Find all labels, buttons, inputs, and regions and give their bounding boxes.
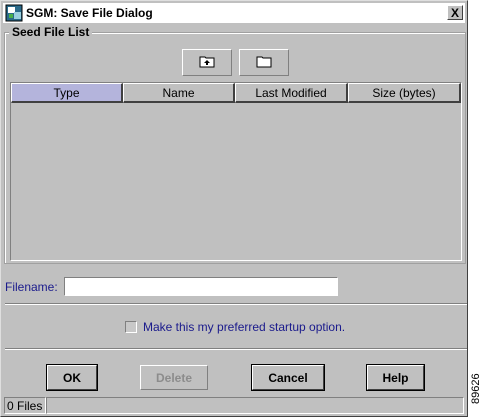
title-bar[interactable]: SGM: Save File Dialog X: [3, 3, 465, 23]
seed-file-table[interactable]: Type Name Last Modified Size (bytes): [10, 82, 462, 261]
seed-file-list-label: Seed File List: [9, 25, 93, 39]
folder-icon: [256, 54, 272, 71]
up-folder-button[interactable]: [182, 49, 232, 76]
table-header: Type Name Last Modified Size (bytes): [11, 83, 461, 103]
new-folder-button[interactable]: [239, 49, 289, 76]
divider-bottom: [5, 348, 467, 350]
preferred-startup-checkbox[interactable]: [125, 321, 137, 333]
sgm-app-icon: [5, 4, 23, 22]
delete-button[interactable]: Delete: [140, 365, 208, 390]
filename-row: Filename:: [5, 277, 338, 296]
column-header-type[interactable]: Type: [11, 83, 123, 103]
status-message: [46, 397, 464, 414]
folder-up-icon: [199, 54, 215, 71]
help-button[interactable]: Help: [367, 365, 424, 390]
close-button[interactable]: X: [447, 5, 463, 20]
status-bar: 0 Files: [4, 397, 464, 414]
column-header-name[interactable]: Name: [123, 83, 235, 103]
save-file-dialog: SGM: Save File Dialog X Seed File List T…: [0, 0, 468, 417]
window-title: SGM: Save File Dialog: [26, 6, 153, 20]
preferred-startup-row[interactable]: Make this my preferred startup option.: [125, 320, 345, 334]
close-icon: X: [450, 5, 459, 20]
preferred-startup-label[interactable]: Make this my preferred startup option.: [143, 320, 345, 334]
column-header-last-modified[interactable]: Last Modified: [235, 83, 348, 103]
cancel-button[interactable]: Cancel: [252, 365, 324, 390]
column-header-size[interactable]: Size (bytes): [348, 83, 461, 103]
divider-top: [5, 303, 467, 305]
filename-input[interactable]: [63, 277, 338, 296]
ok-button[interactable]: OK: [47, 365, 97, 390]
file-count-status: 0 Files: [4, 397, 46, 414]
figure-code: 89626: [470, 373, 482, 404]
filename-label: Filename:: [5, 279, 58, 294]
